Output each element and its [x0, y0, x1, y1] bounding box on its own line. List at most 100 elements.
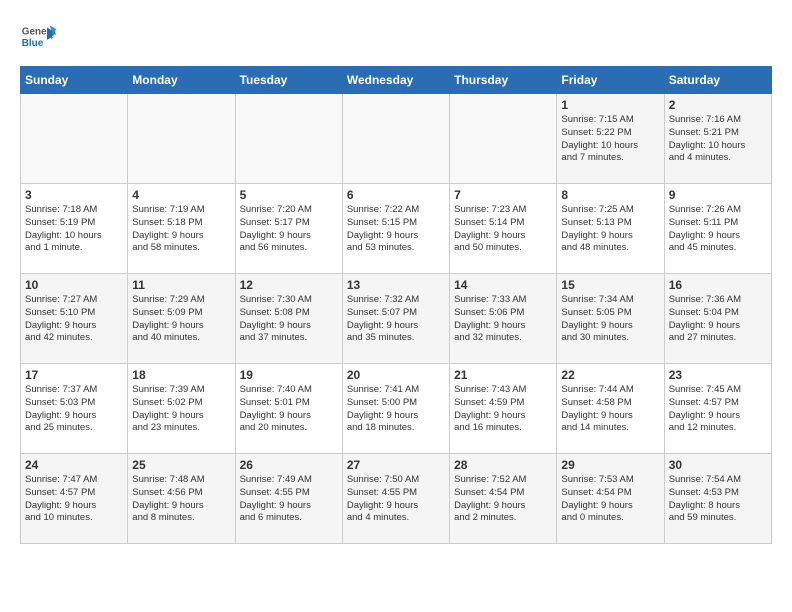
calendar-day-12: 12 Sunrise: 7:30 AM Sunset: 5:08 PM Dayli… — [235, 274, 342, 364]
day-number: 16 — [669, 278, 767, 292]
weekday-header-sunday: Sunday — [21, 67, 128, 94]
day-number: 1 — [561, 98, 659, 112]
logo-icon: General Blue — [20, 20, 56, 56]
day-number: 26 — [240, 458, 338, 472]
logo: General Blue — [20, 20, 56, 56]
calendar-week-row: 3 Sunrise: 7:18 AM Sunset: 5:19 PM Daylig… — [21, 184, 772, 274]
day-info: Sunrise: 7:23 AM Sunset: 5:14 PM Dayligh… — [454, 204, 552, 255]
day-info: Sunrise: 7:18 AM Sunset: 5:19 PM Dayligh… — [25, 204, 123, 255]
calendar-day-15: 15Sunrise: 7:34 AM Sunset: 5:05 PM Dayli… — [557, 274, 664, 364]
day-number: 3 — [25, 188, 123, 202]
calendar-day-24: 24Sunrise: 7:47 AM Sunset: 4:57 PM Dayli… — [21, 454, 128, 544]
day-number: 18 — [132, 368, 230, 382]
weekday-header-monday: Monday — [128, 67, 235, 94]
day-info: Sunrise: 7:36 AM Sunset: 5:04 PM Dayligh… — [669, 294, 767, 345]
weekday-header-saturday: Saturday — [664, 67, 771, 94]
calendar-day-28: 28 Sunrise: 7:52 AM Sunset: 4:54 PM Dayli… — [450, 454, 557, 544]
day-number: 25 — [132, 458, 230, 472]
calendar-empty-cell — [342, 94, 449, 184]
calendar-day-19: 19 Sunrise: 7:40 AM Sunset: 5:01 PM Dayli… — [235, 364, 342, 454]
day-number: 9 — [669, 188, 767, 202]
calendar-day-30: 30 Sunrise: 7:54 AM Sunset: 4:53 PM Dayli… — [664, 454, 771, 544]
day-number: 15 — [561, 278, 659, 292]
weekday-header-wednesday: Wednesday — [342, 67, 449, 94]
calendar-day-3: 3 Sunrise: 7:18 AM Sunset: 5:19 PM Daylig… — [21, 184, 128, 274]
day-info: Sunrise: 7:25 AM Sunset: 5:13 PM Dayligh… — [561, 204, 659, 255]
day-number: 20 — [347, 368, 445, 382]
day-number: 8 — [561, 188, 659, 202]
calendar-empty-cell — [128, 94, 235, 184]
calendar-day-29: 29 Sunrise: 7:53 AM Sunset: 4:54 PM Dayli… — [557, 454, 664, 544]
day-info: Sunrise: 7:52 AM Sunset: 4:54 PM Dayligh… — [454, 474, 552, 525]
day-number: 30 — [669, 458, 767, 472]
day-info: Sunrise: 7:44 AM Sunset: 4:58 PM Dayligh… — [561, 384, 659, 435]
calendar-day-14: 14Sunrise: 7:33 AM Sunset: 5:06 PM Dayli… — [450, 274, 557, 364]
day-info: Sunrise: 7:53 AM Sunset: 4:54 PM Dayligh… — [561, 474, 659, 525]
calendar-week-row: 1 Sunrise: 7:15 AM Sunset: 5:22 PM Daylig… — [21, 94, 772, 184]
day-number: 4 — [132, 188, 230, 202]
day-number: 12 — [240, 278, 338, 292]
day-info: Sunrise: 7:50 AM Sunset: 4:55 PM Dayligh… — [347, 474, 445, 525]
day-info: Sunrise: 7:16 AM Sunset: 5:21 PM Dayligh… — [669, 114, 767, 165]
day-info: Sunrise: 7:15 AM Sunset: 5:22 PM Dayligh… — [561, 114, 659, 165]
calendar-day-20: 20 Sunrise: 7:41 AM Sunset: 5:00 PM Dayli… — [342, 364, 449, 454]
day-number: 11 — [132, 278, 230, 292]
day-info: Sunrise: 7:22 AM Sunset: 5:15 PM Dayligh… — [347, 204, 445, 255]
page-header: General Blue — [20, 20, 772, 56]
day-number: 13 — [347, 278, 445, 292]
day-number: 27 — [347, 458, 445, 472]
day-info: Sunrise: 7:39 AM Sunset: 5:02 PM Dayligh… — [132, 384, 230, 435]
calendar-empty-cell — [235, 94, 342, 184]
day-info: Sunrise: 7:27 AM Sunset: 5:10 PM Dayligh… — [25, 294, 123, 345]
day-number: 23 — [669, 368, 767, 382]
day-info: Sunrise: 7:40 AM Sunset: 5:01 PM Dayligh… — [240, 384, 338, 435]
calendar-empty-cell — [450, 94, 557, 184]
day-number: 28 — [454, 458, 552, 472]
day-info: Sunrise: 7:29 AM Sunset: 5:09 PM Dayligh… — [132, 294, 230, 345]
day-info: Sunrise: 7:48 AM Sunset: 4:56 PM Dayligh… — [132, 474, 230, 525]
calendar-table: SundayMondayTuesdayWednesdayThursdayFrid… — [20, 66, 772, 544]
calendar-day-23: 23 Sunrise: 7:45 AM Sunset: 4:57 PM Dayli… — [664, 364, 771, 454]
day-number: 2 — [669, 98, 767, 112]
calendar-day-7: 7 Sunrise: 7:23 AM Sunset: 5:14 PM Daylig… — [450, 184, 557, 274]
calendar-week-row: 10 Sunrise: 7:27 AM Sunset: 5:10 PM Dayli… — [21, 274, 772, 364]
calendar-day-8: 8 Sunrise: 7:25 AM Sunset: 5:13 PM Daylig… — [557, 184, 664, 274]
day-info: Sunrise: 7:47 AM Sunset: 4:57 PM Dayligh… — [25, 474, 123, 525]
day-info: Sunrise: 7:41 AM Sunset: 5:00 PM Dayligh… — [347, 384, 445, 435]
day-number: 17 — [25, 368, 123, 382]
weekday-header-row: SundayMondayTuesdayWednesdayThursdayFrid… — [21, 67, 772, 94]
day-info: Sunrise: 7:49 AM Sunset: 4:55 PM Dayligh… — [240, 474, 338, 525]
calendar-day-2: 2 Sunrise: 7:16 AM Sunset: 5:21 PM Daylig… — [664, 94, 771, 184]
calendar-week-row: 17 Sunrise: 7:37 AM Sunset: 5:03 PM Dayli… — [21, 364, 772, 454]
calendar-day-5: 5Sunrise: 7:20 AM Sunset: 5:17 PM Daylig… — [235, 184, 342, 274]
calendar-day-18: 18 Sunrise: 7:39 AM Sunset: 5:02 PM Dayli… — [128, 364, 235, 454]
day-info: Sunrise: 7:37 AM Sunset: 5:03 PM Dayligh… — [25, 384, 123, 435]
day-number: 29 — [561, 458, 659, 472]
day-info: Sunrise: 7:32 AM Sunset: 5:07 PM Dayligh… — [347, 294, 445, 345]
day-info: Sunrise: 7:45 AM Sunset: 4:57 PM Dayligh… — [669, 384, 767, 435]
day-info: Sunrise: 7:30 AM Sunset: 5:08 PM Dayligh… — [240, 294, 338, 345]
day-info: Sunrise: 7:33 AM Sunset: 5:06 PM Dayligh… — [454, 294, 552, 345]
day-number: 19 — [240, 368, 338, 382]
calendar-day-17: 17 Sunrise: 7:37 AM Sunset: 5:03 PM Dayli… — [21, 364, 128, 454]
day-number: 21 — [454, 368, 552, 382]
calendar-day-22: 22 Sunrise: 7:44 AM Sunset: 4:58 PM Dayli… — [557, 364, 664, 454]
day-info: Sunrise: 7:26 AM Sunset: 5:11 PM Dayligh… — [669, 204, 767, 255]
calendar-day-11: 11 Sunrise: 7:29 AM Sunset: 5:09 PM Dayli… — [128, 274, 235, 364]
day-info: Sunrise: 7:54 AM Sunset: 4:53 PM Dayligh… — [669, 474, 767, 525]
calendar-day-27: 27 Sunrise: 7:50 AM Sunset: 4:55 PM Dayli… — [342, 454, 449, 544]
day-number: 22 — [561, 368, 659, 382]
weekday-header-thursday: Thursday — [450, 67, 557, 94]
calendar-day-9: 9 Sunrise: 7:26 AM Sunset: 5:11 PM Daylig… — [664, 184, 771, 274]
svg-text:Blue: Blue — [22, 38, 44, 49]
calendar-day-6: 6Sunrise: 7:22 AM Sunset: 5:15 PM Daylig… — [342, 184, 449, 274]
day-info: Sunrise: 7:43 AM Sunset: 4:59 PM Dayligh… — [454, 384, 552, 435]
calendar-week-row: 24Sunrise: 7:47 AM Sunset: 4:57 PM Dayli… — [21, 454, 772, 544]
calendar-day-25: 25 Sunrise: 7:48 AM Sunset: 4:56 PM Dayli… — [128, 454, 235, 544]
day-number: 10 — [25, 278, 123, 292]
day-number: 7 — [454, 188, 552, 202]
calendar-day-16: 16 Sunrise: 7:36 AM Sunset: 5:04 PM Dayli… — [664, 274, 771, 364]
weekday-header-friday: Friday — [557, 67, 664, 94]
weekday-header-tuesday: Tuesday — [235, 67, 342, 94]
calendar-day-4: 4Sunrise: 7:19 AM Sunset: 5:18 PM Daylig… — [128, 184, 235, 274]
